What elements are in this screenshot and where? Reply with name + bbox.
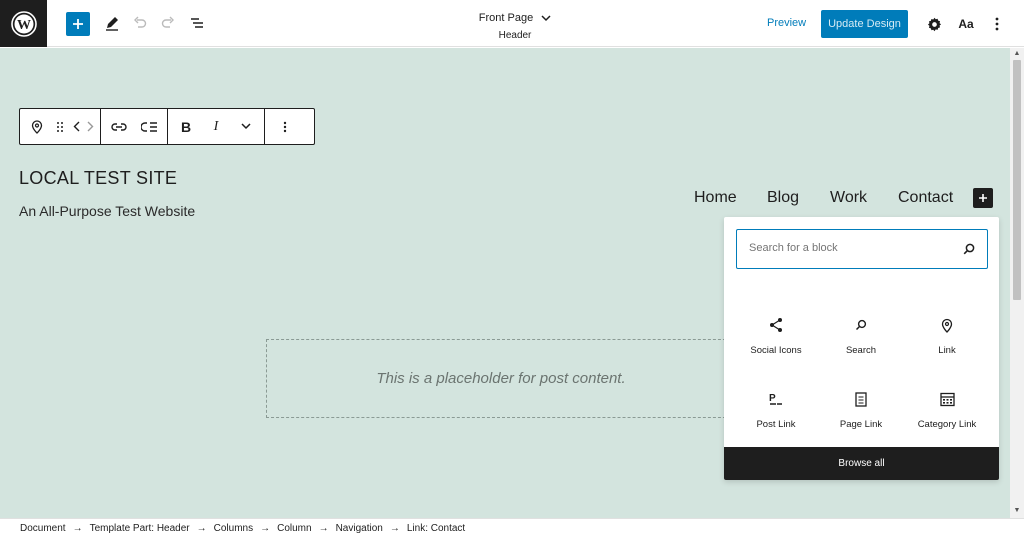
location-pin-icon: [31, 119, 43, 134]
block-toolbar-group-link: [101, 109, 168, 144]
update-design-button[interactable]: Update Design: [821, 10, 908, 38]
navigation-block-button[interactable]: [23, 109, 51, 144]
preview-button[interactable]: Preview: [767, 17, 806, 29]
redo-button[interactable]: [158, 13, 178, 33]
search-icon: [855, 313, 867, 337]
block-label: Social Icons: [750, 345, 802, 356]
undo-button[interactable]: [130, 13, 150, 33]
add-submenu-button[interactable]: [134, 109, 164, 144]
block-toolbar: B I: [19, 108, 315, 145]
breadcrumb-item-navigation[interactable]: Navigation: [336, 523, 383, 534]
svg-text:P: P: [769, 393, 776, 404]
arrow-right-icon: →: [196, 522, 207, 534]
move-left-button[interactable]: [69, 109, 83, 144]
browse-all-button[interactable]: Browse all: [724, 447, 999, 480]
breadcrumb-item-column[interactable]: Column: [277, 523, 311, 534]
site-tagline[interactable]: An All-Purpose Test Website: [19, 203, 195, 219]
block-link[interactable]: Link: [904, 305, 990, 365]
block-category-link[interactable]: Category Link: [904, 379, 990, 439]
redo-icon: [161, 16, 174, 28]
breadcrumb-item-columns[interactable]: Columns: [214, 523, 253, 534]
styles-button[interactable]: Aa: [955, 14, 977, 34]
add-block-button[interactable]: [66, 12, 90, 36]
search-icon: [963, 242, 975, 260]
plus-icon: [979, 194, 987, 202]
nav-item-work[interactable]: Work: [830, 189, 867, 207]
post-link-icon: P: [768, 387, 784, 411]
italic-button[interactable]: I: [201, 109, 231, 144]
breadcrumb-item-document[interactable]: Document: [20, 523, 66, 534]
more-options-button[interactable]: [988, 14, 1006, 34]
nav-item-contact[interactable]: Contact: [898, 189, 953, 207]
block-label: Search: [845, 345, 877, 356]
block-page-link[interactable]: Page Link: [818, 379, 904, 439]
bold-button[interactable]: B: [171, 109, 201, 144]
block-options-button[interactable]: [270, 109, 300, 144]
link-icon: [111, 122, 127, 131]
document-subtitle: Header: [498, 30, 532, 41]
drag-handle-icon: [57, 121, 63, 132]
block-label: Link: [938, 345, 956, 356]
arrow-right-icon: →: [389, 522, 400, 534]
move-right-button[interactable]: [83, 109, 97, 144]
block-label: Post Link: [756, 419, 796, 430]
drag-handle[interactable]: [51, 109, 69, 144]
block-search[interactable]: Search: [818, 305, 904, 365]
location-pin-icon: [941, 313, 953, 337]
undo-icon: [134, 16, 147, 28]
block-search-input[interactable]: [749, 242, 949, 254]
site-title[interactable]: LOCAL TEST SITE: [19, 168, 177, 189]
list-view-icon: [191, 18, 203, 28]
arrow-right-icon: →: [318, 522, 329, 534]
chevron-right-icon: [87, 121, 93, 132]
scroll-up-arrow-icon[interactable]: ▲: [1013, 50, 1021, 58]
arrow-right-icon: →: [260, 522, 271, 534]
vertical-ellipsis-icon: [995, 17, 999, 31]
arrow-right-icon: →: [72, 522, 83, 534]
block-toolbar-group-format: B I: [168, 109, 265, 144]
breadcrumb: Document → Template Part: Header → Colum…: [0, 518, 1024, 537]
page-icon: [855, 387, 867, 411]
chevron-down-icon: [241, 123, 251, 130]
pencil-icon: [106, 17, 118, 31]
block-label: Category Link: [917, 419, 977, 430]
block-post-link[interactable]: P Post Link: [733, 379, 819, 439]
block-inserter-popover: Social Icons Search Link P Post Link Pag…: [724, 217, 999, 480]
plus-icon: [73, 19, 83, 29]
block-toolbar-group-options: [265, 109, 305, 144]
nav-add-block-button[interactable]: [973, 188, 993, 208]
svg-text:W: W: [17, 18, 31, 33]
scroll-down-arrow-icon[interactable]: ▼: [1013, 507, 1021, 515]
post-content-placeholder[interactable]: This is a placeholder for post content.: [266, 339, 736, 418]
block-search-field[interactable]: [736, 229, 988, 269]
block-social-icons[interactable]: Social Icons: [733, 305, 819, 365]
nav-item-blog[interactable]: Blog: [767, 189, 799, 207]
block-toolbar-group-move: [20, 109, 101, 144]
wordpress-logo-button[interactable]: W: [0, 0, 47, 47]
document-title-text: Front Page: [478, 12, 534, 24]
nav-item-home[interactable]: Home: [694, 189, 737, 207]
breadcrumb-item-link-contact[interactable]: Link: Contact: [407, 523, 465, 534]
edit-tool-button[interactable]: [102, 13, 122, 33]
list-view-button[interactable]: [186, 13, 208, 33]
block-label: Page Link: [839, 419, 883, 430]
more-formats-button[interactable]: [231, 109, 261, 144]
share-icon: [769, 313, 783, 337]
settings-button[interactable]: [924, 14, 944, 34]
canvas-scrollbar[interactable]: ▲ ▼: [1010, 48, 1024, 518]
calendar-icon: [939, 387, 955, 411]
document-title[interactable]: Front Page Header: [440, 8, 590, 41]
vertical-ellipsis-icon: [283, 121, 287, 132]
gear-icon: [927, 17, 941, 31]
link-button[interactable]: [104, 109, 134, 144]
wordpress-icon: W: [10, 10, 37, 37]
placeholder-text: This is a placeholder for post content.: [376, 370, 626, 387]
scroll-thumb[interactable]: [1013, 60, 1021, 300]
editor-header: W Front Page Header Preview Update Desig…: [0, 0, 1024, 47]
chevron-left-icon: [73, 121, 79, 132]
submenu-icon: [140, 121, 157, 132]
chevron-down-icon: [541, 14, 551, 21]
breadcrumb-item-template-part[interactable]: Template Part: Header: [90, 523, 190, 534]
